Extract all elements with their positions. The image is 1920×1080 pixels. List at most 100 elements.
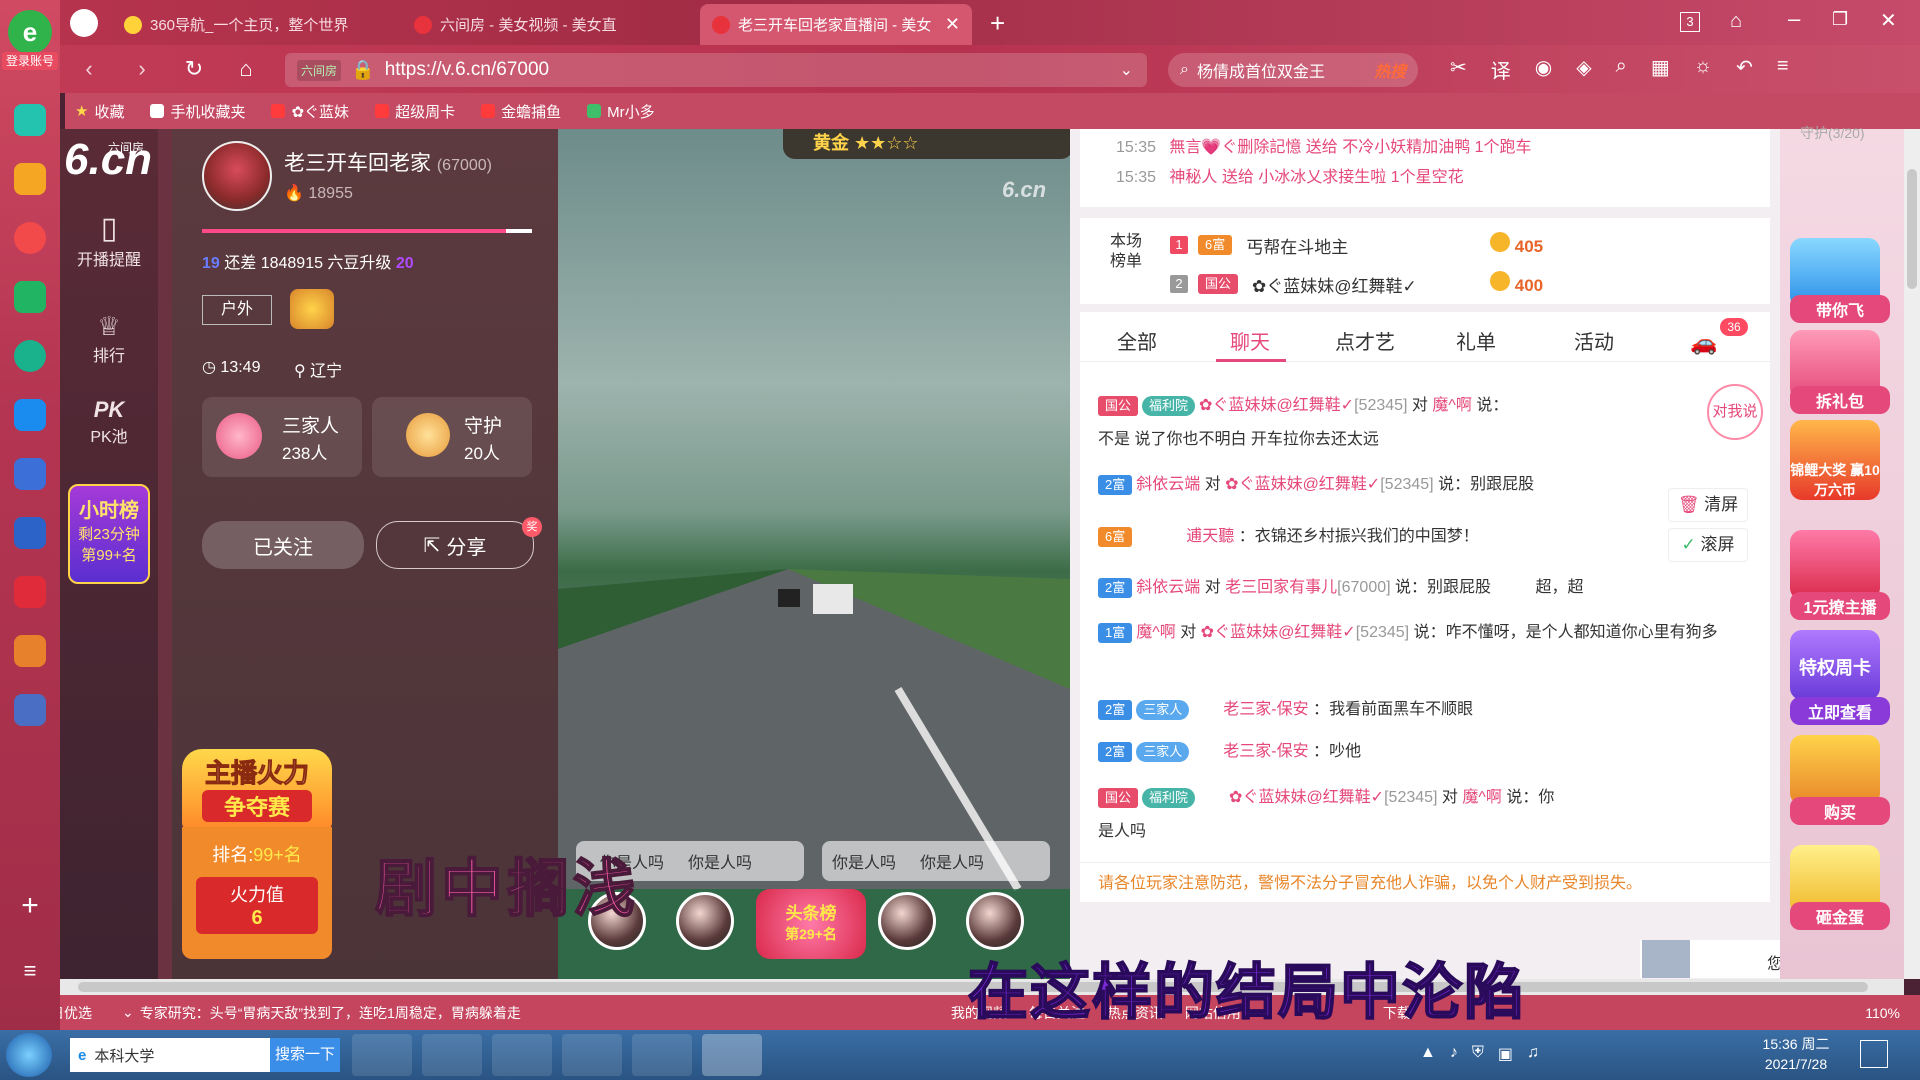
360-logo-icon[interactable]: e <box>8 10 52 54</box>
close-window-icon[interactable]: ✕ <box>1880 8 1897 33</box>
xiaohongshu-icon[interactable] <box>14 576 46 608</box>
guard-card[interactable]: 守护 20人 <box>372 397 532 477</box>
fly-promo-label[interactable]: 带你飞 <box>1790 295 1890 323</box>
chat-target[interactable]: 老三回家有事儿 <box>1225 579 1337 596</box>
login-button[interactable]: 登录账号 <box>2 52 58 70</box>
headline-rank-badge[interactable]: 头条榜 第29+名 <box>756 889 866 959</box>
menu-icon[interactable]: ≡ <box>14 955 46 987</box>
follow-button[interactable]: 已关注 <box>202 521 364 569</box>
news-ticker[interactable]: 专家研究：头号“胃病天敌”找到了，连吃1周稳定，胃病躲着走 <box>140 1003 521 1023</box>
hourly-rank-card[interactable]: 小时榜 剩23分钟 第99+名 <box>68 484 150 584</box>
view-now-button[interactable]: 立即查看 <box>1790 697 1890 725</box>
translate-icon[interactable]: 译 <box>1491 55 1511 85</box>
tab-gift-list[interactable]: 礼单 <box>1456 326 1496 355</box>
tab-6cn[interactable]: 六间房 - 美女视频 - 美女直 <box>402 4 692 45</box>
address-bar[interactable]: 六间房 🔒 https://v.6.cn/67000 ⌄ <box>285 53 1147 87</box>
scroll-thumb[interactable] <box>1907 169 1917 289</box>
start-button[interactable] <box>6 1033 52 1077</box>
nav-live-remind[interactable]: ▯ 开播提醒 <box>60 211 158 270</box>
mail-icon[interactable] <box>14 281 46 313</box>
search-box[interactable]: ⌕ 杨倩成首位双金王 热搜 <box>1168 53 1418 87</box>
scissors-icon[interactable]: ✂ <box>1450 55 1467 85</box>
viewer-avatar[interactable] <box>878 892 936 950</box>
active-app-icon[interactable] <box>702 1034 762 1076</box>
chat-target[interactable]: 魔^啊 <box>1432 397 1472 414</box>
volume-icon[interactable]: ♫ <box>1527 1044 1539 1064</box>
auto-scroll-button[interactable]: ✓ 滚屏 <box>1668 528 1748 562</box>
grid-icon[interactable]: ▦ <box>1651 55 1670 85</box>
buy-label[interactable]: 购买 <box>1790 797 1890 825</box>
plus-app-icon[interactable] <box>14 104 46 136</box>
minimize-icon[interactable]: – <box>1788 6 1800 32</box>
fire-event-card[interactable]: 主播火力 争夺赛 排名:99+名 火力值 6 <box>182 749 332 959</box>
new-tab-button[interactable]: + <box>990 8 1005 39</box>
bell-icon[interactable]: ♪ <box>1450 1044 1458 1064</box>
navigation-icon[interactable] <box>70 9 98 37</box>
brightness-icon[interactable]: ☼ <box>1694 55 1712 85</box>
weibo-icon[interactable] <box>14 222 46 254</box>
search-input[interactable]: 杨倩成首位双金王 <box>1197 58 1325 82</box>
game3-icon[interactable] <box>14 694 46 726</box>
shield-tray-icon[interactable]: ⛨ <box>1472 1044 1484 1064</box>
tray-arrow-icon[interactable]: ▲ <box>1420 1044 1436 1064</box>
chat-nick[interactable]: ✿ぐ蓝妹妹@红舞鞋✓ <box>1199 397 1354 414</box>
to-me-button[interactable]: 对我说 <box>1707 384 1763 440</box>
chat-nick[interactable]: 魔^啊 <box>1136 624 1176 641</box>
tab-360-nav[interactable]: 360导航_一个主页，整个世界 <box>112 4 392 45</box>
tab-live-room[interactable]: 老三开车回老家直播间 - 美女 ✕ <box>700 4 972 45</box>
chat-nick[interactable]: 斜依云端 <box>1136 579 1200 596</box>
bookmark-favorites[interactable]: ★ 收藏 <box>75 101 124 122</box>
star-icon[interactable] <box>14 163 46 195</box>
back-icon[interactable]: ‹ <box>75 55 103 83</box>
undo-icon[interactable]: ↶ <box>1736 55 1753 85</box>
taskbar-search-input[interactable]: 本科大学 <box>94 1045 154 1066</box>
bookmark-weekcard[interactable]: 超级周卡 <box>375 101 455 122</box>
home-icon[interactable]: ⌂ <box>232 55 260 83</box>
forward-icon[interactable]: › <box>128 55 156 83</box>
close-tab-icon[interactable]: ✕ <box>945 14 960 35</box>
chat-nick[interactable]: 老三家-保安 <box>1223 701 1308 718</box>
chat-nick[interactable]: 逋天聽 <box>1186 528 1234 545</box>
game-app-icon[interactable] <box>14 458 46 490</box>
chat-nick[interactable]: 斜依云端 <box>1136 476 1200 493</box>
viewer-avatar[interactable] <box>966 892 1024 950</box>
p-app-icon[interactable] <box>14 399 46 431</box>
chat-target[interactable]: 魔^啊 <box>1462 789 1502 806</box>
chat-nick[interactable]: 老三家-保安 <box>1223 743 1308 760</box>
bookmark-lanmei[interactable]: ✿ぐ蓝妹 <box>271 101 349 122</box>
tab-activity[interactable]: 活动 <box>1574 326 1614 355</box>
restore-icon[interactable]: ❐ <box>1832 9 1848 30</box>
hot-search-badge[interactable]: 热搜 <box>1374 58 1406 82</box>
gamepad-icon[interactable]: ◈ <box>1576 55 1591 85</box>
bookmark-mr[interactable]: Mr小多 <box>587 101 655 122</box>
share-button[interactable]: ⇱ 分享 <box>376 521 534 569</box>
clock[interactable]: 15:36 周二 2021/7/28 <box>1756 1034 1836 1074</box>
buy-promo-icon[interactable] <box>1790 735 1880 805</box>
nav-rank[interactable]: ♕ 排行 <box>60 311 158 366</box>
taskbar-search[interactable]: e 本科大学 <box>70 1038 270 1072</box>
find-icon[interactable]: ⌕ <box>1616 55 1627 85</box>
word-icon[interactable] <box>14 517 46 549</box>
viewer-avatar[interactable] <box>676 892 734 950</box>
ie-taskbar-icon[interactable] <box>422 1034 482 1076</box>
golden-egg-label[interactable]: 砸金蛋 <box>1790 902 1890 930</box>
chat-nick[interactable]: ✿ぐ蓝妹妹@红舞鞋✓ <box>1229 789 1384 806</box>
car-icon[interactable]: 🚗 <box>1690 330 1717 356</box>
game2-icon[interactable] <box>14 635 46 667</box>
360-browser-icon[interactable] <box>562 1034 622 1076</box>
clear-screen-button[interactable]: 🗑 清屏 <box>1668 488 1748 522</box>
zoom-level[interactable]: 110% <box>1865 1005 1900 1021</box>
category-tag[interactable]: 户外 <box>202 295 272 325</box>
rank-board-title[interactable]: 本场榜单 <box>1106 232 1146 272</box>
cloud-icon[interactable] <box>14 340 46 372</box>
tab-talent[interactable]: 点才艺 <box>1335 326 1395 355</box>
chat-target[interactable]: ✿ぐ蓝妹妹@红舞鞋✓ <box>1201 624 1356 641</box>
hamburger-icon[interactable]: ≡ <box>1777 55 1789 85</box>
bookmark-fishing[interactable]: 金蟾捕鱼 <box>481 101 561 122</box>
tab-all[interactable]: 全部 <box>1117 326 1157 355</box>
network-icon[interactable]: ▣ <box>1498 1044 1513 1064</box>
chat-target[interactable]: ✿ぐ蓝妹妹@红舞鞋✓ <box>1225 476 1380 493</box>
family-card[interactable]: 三家人 238人 <box>202 397 362 477</box>
nav-pk[interactable]: PK PK池 <box>60 397 158 447</box>
kugou-icon[interactable] <box>352 1034 412 1076</box>
